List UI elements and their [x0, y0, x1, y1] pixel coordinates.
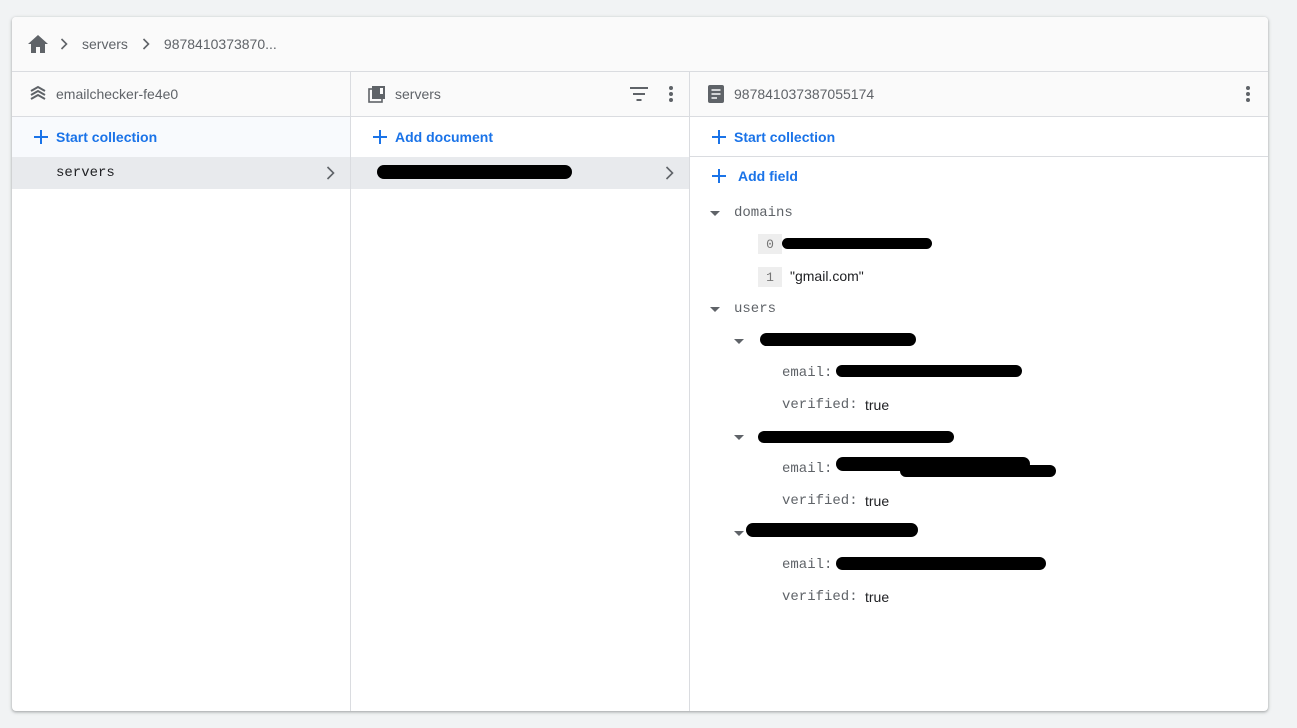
start-subcollection-button[interactable]: Start collection: [690, 117, 1268, 157]
email-key: email:: [782, 557, 833, 573]
home-icon[interactable]: [26, 32, 50, 56]
email-key: email:: [782, 365, 833, 381]
collapse-user-toggle[interactable]: [734, 339, 744, 344]
breadcrumb: servers 9878410373870...: [12, 17, 1268, 72]
document-column-header: 987841037387055174: [690, 72, 1268, 117]
more-vert-icon[interactable]: [659, 82, 683, 106]
redaction-mark: [836, 365, 1022, 377]
breadcrumb-document[interactable]: 9878410373870...: [160, 36, 281, 52]
collapse-user-toggle[interactable]: [734, 531, 744, 536]
add-document-label: Add document: [395, 129, 493, 145]
array-index-1: 1: [758, 267, 782, 287]
firebase-database-icon: [28, 84, 48, 104]
start-collection-button[interactable]: Start collection: [12, 117, 350, 157]
collapse-user-toggle[interactable]: [734, 435, 744, 440]
verified-key: verified:: [782, 589, 858, 605]
collapse-users-toggle[interactable]: [710, 307, 720, 312]
chevron-right-icon: [52, 32, 76, 56]
plus-icon: [712, 129, 726, 144]
project-title: emailchecker-fe4e0: [56, 86, 179, 102]
chevron-right-icon: [318, 161, 342, 185]
redaction-mark: [900, 465, 1056, 477]
project-column-header: emailchecker-fe4e0: [12, 72, 350, 117]
add-field-label: Add field: [738, 168, 798, 184]
array-index-0: 0: [758, 234, 782, 254]
domain-value-1: "gmail.com": [790, 268, 864, 284]
chevron-right-icon: [134, 32, 158, 56]
verified-value: true: [865, 589, 890, 605]
chevron-right-icon: [657, 161, 681, 185]
plus-icon: [373, 130, 387, 144]
document-icon: [706, 84, 726, 104]
collection-column: servers Add document: [351, 72, 690, 711]
collection-item-label: servers: [56, 165, 115, 181]
project-column: emailchecker-fe4e0 Start collection serv…: [12, 72, 351, 711]
add-field-button[interactable]: Add field: [690, 157, 1268, 195]
collection-column-header: servers: [351, 72, 689, 117]
document-title: 987841037387055174: [734, 86, 875, 102]
document-item[interactable]: [351, 157, 689, 189]
more-vert-icon[interactable]: [1236, 82, 1260, 106]
collection-title: servers: [395, 86, 441, 102]
redaction-mark: [782, 238, 932, 249]
redaction-mark: [758, 431, 954, 443]
document-column: 987841037387055174 Start collection Add …: [690, 72, 1268, 711]
redaction-mark: [746, 523, 918, 537]
redaction-mark: [760, 333, 916, 346]
document-fields: Add field domains 0 1 "gmail.com" users …: [690, 157, 1268, 605]
breadcrumb-servers[interactable]: servers: [78, 36, 132, 52]
columns: emailchecker-fe4e0 Start collection serv…: [12, 72, 1268, 711]
start-collection-label: Start collection: [56, 129, 158, 145]
collection-icon: [367, 84, 387, 104]
redaction-mark: [377, 165, 572, 179]
redaction-mark: [836, 557, 1046, 570]
verified-value: true: [865, 397, 890, 413]
plus-icon: [34, 130, 48, 144]
filter-icon[interactable]: [627, 82, 651, 106]
field-users[interactable]: users: [734, 301, 776, 317]
field-domains[interactable]: domains: [734, 205, 793, 221]
start-collection-label: Start collection: [734, 128, 836, 145]
collection-item-servers[interactable]: servers: [12, 157, 350, 189]
add-document-button[interactable]: Add document: [351, 117, 689, 157]
firestore-panel: servers 9878410373870... emailchecker-fe…: [12, 17, 1268, 711]
verified-key: verified:: [782, 493, 858, 509]
email-key: email:: [782, 461, 833, 477]
verified-value: true: [865, 493, 890, 509]
verified-key: verified:: [782, 397, 858, 413]
collapse-domains-toggle[interactable]: [710, 211, 720, 216]
plus-icon: [712, 169, 726, 183]
